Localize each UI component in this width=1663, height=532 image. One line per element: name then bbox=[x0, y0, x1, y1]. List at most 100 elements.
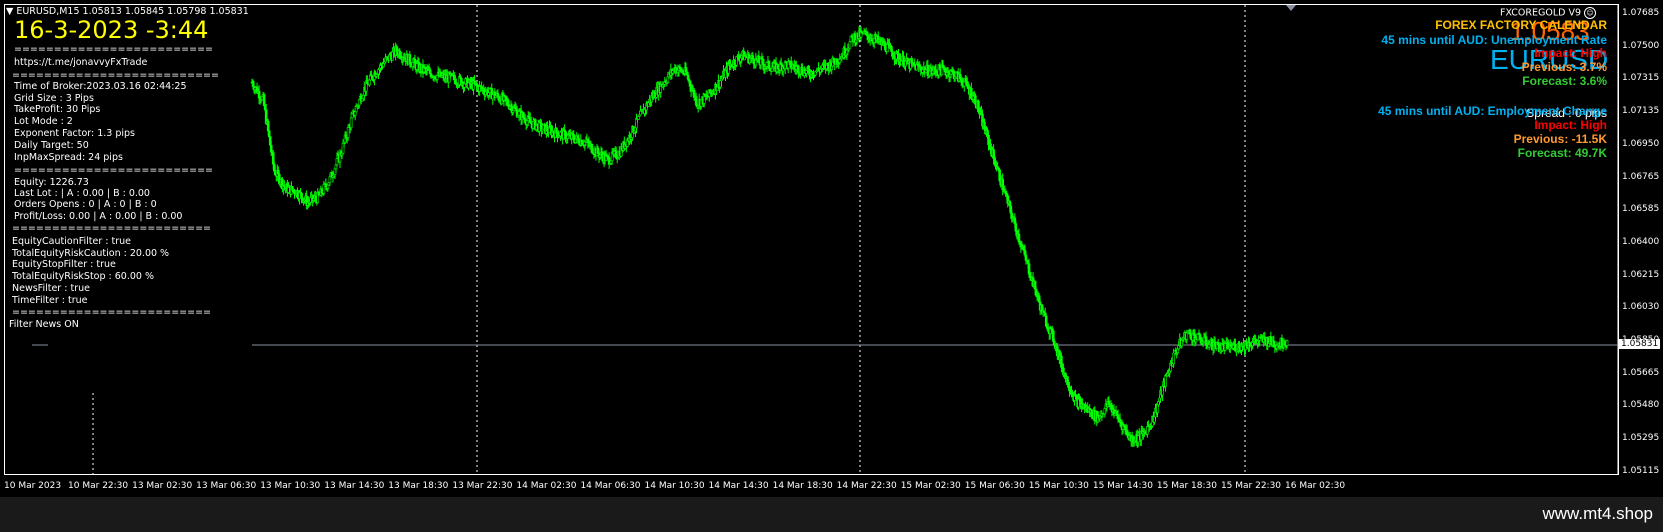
time-tick-label: 13 Mar 06:30 bbox=[196, 481, 257, 491]
time-tick-label: 15 Mar 06:30 bbox=[964, 481, 1025, 491]
info-panel-line: TimeFilter : true bbox=[12, 295, 88, 306]
candle-body bbox=[346, 127, 350, 138]
website-link[interactable]: www.mt4.shop bbox=[1542, 504, 1653, 524]
time-tick-label: 13 Mar 02:30 bbox=[132, 481, 193, 491]
info-panel-line: Filter News ON bbox=[9, 319, 79, 330]
time-tick-label: 15 Mar 14:30 bbox=[1092, 481, 1153, 491]
candle-body bbox=[353, 111, 357, 116]
candle-body bbox=[1185, 332, 1189, 340]
time-tick-label: 14 Mar 14:30 bbox=[708, 481, 769, 491]
news-calendar-title: FOREX FACTORY CALENDAR bbox=[1435, 18, 1607, 32]
candle-body bbox=[865, 31, 869, 36]
candle-body bbox=[1136, 435, 1140, 443]
time-tick-label: 13 Mar 22:30 bbox=[452, 481, 513, 491]
news-forecast-2: Forecast: 49.7K bbox=[1517, 146, 1607, 160]
info-panel-line: ========================= bbox=[12, 307, 211, 318]
current-price-label: 1.05831 bbox=[1619, 339, 1661, 349]
time-tick-label: 14 Mar 02:30 bbox=[516, 481, 577, 491]
price-chart[interactable] bbox=[0, 0, 1663, 497]
candle-body bbox=[1146, 426, 1149, 435]
info-panel-line: ========================= bbox=[12, 223, 211, 234]
time-tick-label: 15 Mar 10:30 bbox=[1028, 481, 1089, 491]
candle-body bbox=[291, 186, 294, 191]
candle-body bbox=[902, 55, 905, 67]
price-tick-label: 1.05115 bbox=[1622, 465, 1660, 476]
price-tick-label: 1.05480 bbox=[1622, 400, 1660, 411]
footer-bar: www.mt4.shop bbox=[0, 497, 1663, 532]
time-tick-label: 15 Mar 18:30 bbox=[1156, 481, 1217, 491]
time-tick-label: 15 Mar 02:30 bbox=[900, 481, 961, 491]
candle-body bbox=[1164, 375, 1167, 387]
info-panel-line: InpMaxSpread: 24 pips bbox=[14, 152, 123, 163]
candle-body bbox=[770, 67, 774, 72]
candle-body bbox=[326, 184, 330, 189]
price-tick-label: 1.06765 bbox=[1622, 171, 1660, 182]
price-tick-label: 1.06215 bbox=[1622, 269, 1660, 280]
candle-body bbox=[1204, 336, 1208, 345]
time-tick-label: 10 Mar 2023 bbox=[4, 481, 62, 491]
chart-shift-marker[interactable] bbox=[1286, 5, 1296, 11]
collapse-triangle-icon[interactable]: ▼ bbox=[6, 6, 13, 17]
time-tick-label: 10 Mar 22:30 bbox=[68, 481, 129, 491]
price-tick-label: 1.06585 bbox=[1622, 204, 1660, 215]
candle-body bbox=[1254, 338, 1257, 342]
candle-body bbox=[694, 96, 698, 106]
candle-body bbox=[751, 55, 755, 60]
info-panel-line: Daily Target: 50 bbox=[14, 140, 89, 151]
time-tick-label: 14 Mar 18:30 bbox=[772, 481, 833, 491]
price-tick-label: 1.05295 bbox=[1622, 433, 1660, 444]
info-panel-line: TakeProfit: 30 Pips bbox=[14, 104, 101, 115]
price-tick-label: 1.06030 bbox=[1622, 302, 1660, 313]
info-panel-line: NewsFilter : true bbox=[12, 283, 90, 294]
price-tick-label: 1.06400 bbox=[1622, 236, 1660, 247]
price-tick-label: 1.07135 bbox=[1622, 106, 1660, 117]
time-tick-label: 13 Mar 10:30 bbox=[260, 481, 321, 491]
price-tick-label: 1.05665 bbox=[1622, 367, 1660, 378]
candle-body bbox=[1014, 223, 1018, 232]
candle-body bbox=[267, 130, 271, 137]
candle-body bbox=[998, 169, 1001, 181]
price-tick-label: 1.07685 bbox=[1622, 8, 1660, 18]
time-tick-label: 13 Mar 18:30 bbox=[388, 481, 449, 491]
info-panel-line: Lot Mode : 2 bbox=[14, 116, 73, 127]
time-tick-label: 14 Mar 06:30 bbox=[580, 481, 641, 491]
candle-body bbox=[1285, 340, 1289, 346]
candle-body bbox=[349, 117, 353, 128]
candle-body bbox=[287, 187, 290, 193]
news-previous-1: Previous: 3.7% bbox=[1521, 60, 1607, 74]
news-forecast-1: Forecast: 3.6% bbox=[1522, 74, 1607, 88]
candle-body bbox=[1234, 343, 1237, 352]
price-tick-label: 1.07315 bbox=[1622, 73, 1660, 84]
candle-body bbox=[1017, 233, 1021, 242]
candle-body bbox=[555, 127, 558, 134]
price-tick-label: 1.06950 bbox=[1622, 138, 1660, 149]
info-panel-line: EquityCautionFilter : true bbox=[12, 236, 131, 247]
candle-body bbox=[357, 99, 361, 106]
info-panel-line: ========================= bbox=[14, 44, 213, 55]
candle-body bbox=[1189, 333, 1193, 340]
info-panel-line: EquityStopFilter : true bbox=[12, 259, 116, 270]
news-impact-1: Impact: High bbox=[1534, 46, 1607, 60]
broker-date-time: 16-3-2023 -3:44 bbox=[14, 16, 209, 44]
candle-body bbox=[1053, 340, 1056, 346]
time-tick-label: 14 Mar 22:30 bbox=[836, 481, 897, 491]
news-previous-2: Previous: -11.5K bbox=[1513, 132, 1607, 146]
info-panel-line: Profit/Loss: 0.00 | A : 0.00 | B : 0.00 bbox=[14, 211, 183, 222]
time-tick-label: 15 Mar 22:30 bbox=[1220, 481, 1282, 491]
candle-body bbox=[974, 95, 977, 105]
time-tick-label: 16 Mar 02:30 bbox=[1285, 481, 1346, 491]
candle-body bbox=[300, 192, 303, 199]
news-impact-2: Impact: High bbox=[1534, 118, 1607, 132]
chart-window[interactable]: ▼ EURUSD,M15 1.05813 1.05845 1.05798 1.0… bbox=[0, 0, 1663, 497]
candle-body bbox=[517, 111, 521, 116]
news-countdown-1: 45 mins until AUD: Unemployment Rate bbox=[1381, 33, 1607, 47]
info-panel-line: Orders Opens : 0 | A : 0 | B : 0 bbox=[14, 199, 157, 210]
info-panel-line: ========================= bbox=[14, 165, 213, 176]
info-panel-line[interactable]: https://t.me/jonavvyFxTrade bbox=[14, 57, 147, 69]
candle-body bbox=[1172, 352, 1175, 365]
info-panel-line: Time of Broker:2023.03.16 02:44:25 bbox=[14, 81, 187, 92]
candle-body bbox=[1216, 342, 1220, 346]
candlestick-series bbox=[250, 26, 1289, 448]
info-panel-line: Exponent Factor: 1.3 pips bbox=[14, 128, 136, 139]
candle-body bbox=[266, 121, 270, 132]
